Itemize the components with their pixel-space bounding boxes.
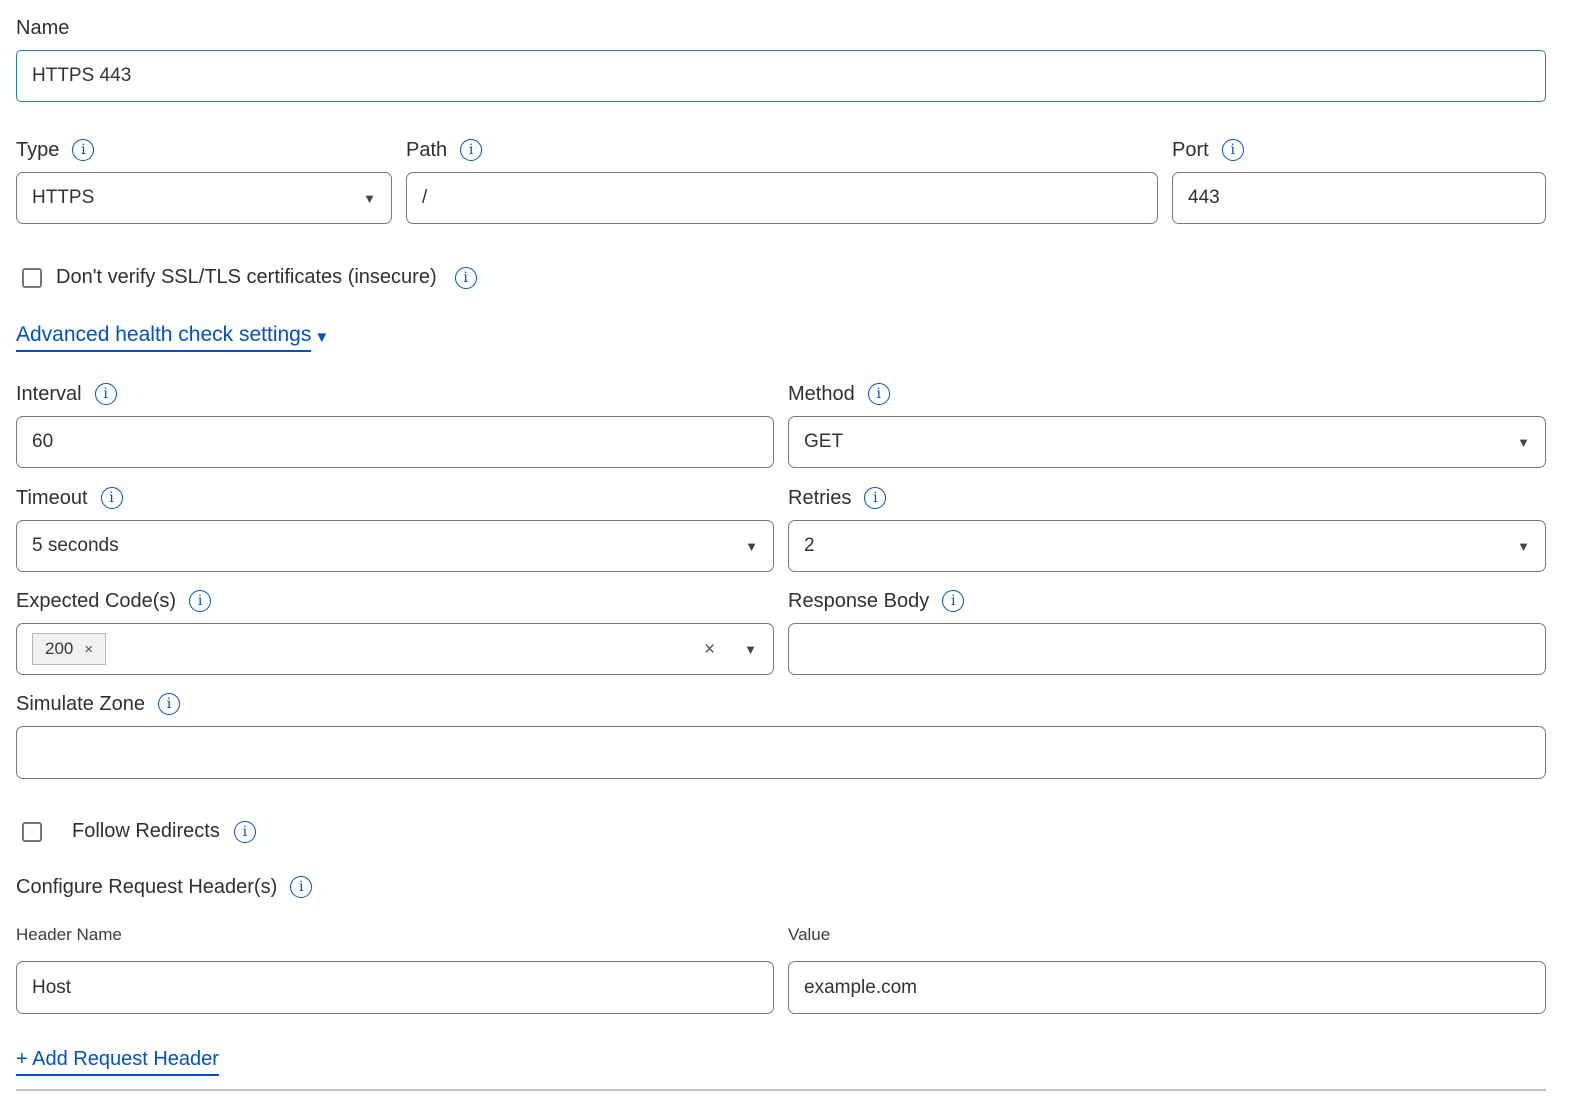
method-label: Method [788,383,855,406]
type-label: Type [16,139,59,162]
retries-label-row: Retries i [788,486,1546,510]
name-input[interactable] [16,50,1546,102]
advanced-settings-link[interactable]: Advanced health check settings ▼ [16,323,329,352]
path-input[interactable] [406,172,1158,224]
retries-label: Retries [788,487,851,510]
header-value-input[interactable] [788,961,1546,1014]
type-select-value: HTTPS [32,187,94,209]
expected-code-tag-value: 200 [45,639,73,659]
port-label-row: Port i [1172,138,1546,162]
path-label-row: Path i [406,138,1158,162]
retries-select[interactable]: 2 ▼ [788,520,1546,572]
type-select[interactable]: HTTPS ▼ [16,172,392,224]
follow-redirects-row: Follow Redirects i [16,820,1546,843]
type-label-row: Type i [16,138,392,162]
expected-codes-info-icon[interactable]: i [189,590,211,612]
interval-label: Interval [16,383,82,406]
method-select[interactable]: GET ▼ [788,416,1546,468]
interval-input[interactable] [16,416,774,468]
request-headers-info-icon[interactable]: i [290,876,312,898]
follow-redirects-info-icon[interactable]: i [234,821,256,843]
advanced-settings-link-label: Advanced health check settings [16,323,311,352]
response-body-label: Response Body [788,590,929,613]
simulate-zone-input[interactable] [16,726,1546,779]
health-check-form: Name Type i Path i Port i HTTPS ▼ Don't … [16,16,1546,1091]
chevron-down-icon: ▼ [314,329,329,346]
interval-info-icon[interactable]: i [95,383,117,405]
timeout-info-icon[interactable]: i [101,487,123,509]
method-select-value: GET [804,431,843,453]
chevron-down-icon: ▼ [363,191,376,206]
section-divider [16,1089,1546,1091]
timeout-select[interactable]: 5 seconds ▼ [16,520,774,572]
path-info-icon[interactable]: i [460,139,482,161]
response-body-info-icon[interactable]: i [942,590,964,612]
expected-codes-label-row: Expected Code(s) i [16,589,774,613]
name-label: Name [16,17,69,40]
simulate-zone-label: Simulate Zone [16,693,145,716]
timeout-label-row: Timeout i [16,486,774,510]
request-headers-section-label: Configure Request Header(s) [16,876,277,899]
port-label: Port [1172,139,1209,162]
port-info-icon[interactable]: i [1222,139,1244,161]
response-body-input[interactable] [788,623,1546,675]
response-body-label-row: Response Body i [788,589,1546,613]
port-input[interactable] [1172,172,1546,224]
request-header-row [16,961,1546,1014]
retries-info-icon[interactable]: i [864,487,886,509]
chevron-down-icon: ▼ [1517,435,1530,450]
simulate-zone-info-icon[interactable]: i [158,693,180,715]
request-headers-section-row: Configure Request Header(s) i [16,875,1546,899]
follow-redirects-label: Follow Redirects [72,820,220,843]
method-info-icon[interactable]: i [868,383,890,405]
name-label-row: Name [16,16,1546,40]
add-request-header-link[interactable]: + Add Request Header [16,1048,219,1076]
chevron-down-icon: ▼ [1517,539,1530,554]
header-name-label: Header Name [16,925,774,945]
chevron-down-icon[interactable]: ▼ [744,642,757,657]
ssl-checkbox-row: Don't verify SSL/TLS certificates (insec… [16,266,1546,289]
method-label-row: Method i [788,382,1546,406]
path-label: Path [406,139,447,162]
clear-all-icon[interactable]: × [704,640,715,659]
retries-select-value: 2 [804,535,815,557]
follow-redirects-checkbox[interactable] [22,822,42,842]
expected-code-tag: 200 × [32,633,106,665]
dont-verify-ssl-label: Don't verify SSL/TLS certificates (insec… [56,266,437,289]
expected-codes-multiselect[interactable]: 200 × × ▼ [16,623,774,675]
timeout-label: Timeout [16,487,88,510]
chevron-down-icon: ▼ [745,539,758,554]
dont-verify-ssl-checkbox[interactable] [22,268,42,288]
timeout-select-value: 5 seconds [32,535,119,557]
expected-codes-label: Expected Code(s) [16,590,176,613]
type-info-icon[interactable]: i [72,139,94,161]
simulate-zone-label-row: Simulate Zone i [16,692,1546,716]
header-value-label: Value [788,925,1546,945]
header-name-input[interactable] [16,961,774,1014]
ssl-info-icon[interactable]: i [455,267,477,289]
interval-label-row: Interval i [16,382,774,406]
remove-tag-icon[interactable]: × [84,641,93,658]
